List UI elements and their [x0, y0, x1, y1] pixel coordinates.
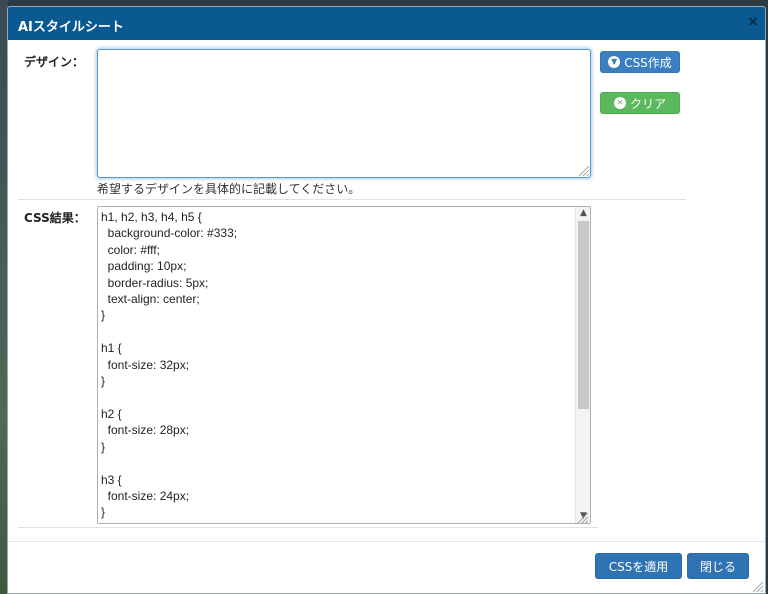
- dialog-title: AIスタイルシート: [18, 20, 124, 35]
- css-result-text: h1, h2, h3, h4, h5 { background-color: #…: [101, 210, 238, 520]
- chevron-up-icon[interactable]: ▲: [576, 207, 590, 220]
- create-css-label: CSS作成: [624, 55, 672, 70]
- apply-css-label: CSSを適用: [608, 559, 669, 574]
- dialog-titlebar: AIスタイルシート ×: [8, 7, 765, 40]
- css-result-output[interactable]: h1, h2, h3, h4, h5 { background-color: #…: [97, 206, 591, 524]
- design-label: デザイン：: [24, 55, 85, 69]
- clear-x-icon: ✕: [613, 97, 626, 109]
- design-resize-handle[interactable]: [579, 166, 589, 176]
- divider: [18, 199, 686, 200]
- close-label: 閉じる: [699, 559, 736, 574]
- css-result-scrollbar[interactable]: ▲ ▼: [575, 207, 590, 523]
- clear-label: クリア: [629, 96, 666, 111]
- footer-divider: [8, 541, 765, 542]
- download-icon: ▼: [608, 56, 621, 68]
- css-result-label: CSS結果：: [24, 211, 86, 225]
- clear-button[interactable]: ✕ クリア: [600, 92, 680, 114]
- dialog-resize-handle[interactable]: [753, 582, 763, 592]
- scroll-thumb[interactable]: [578, 221, 589, 409]
- close-icon[interactable]: ×: [747, 15, 759, 29]
- divider: [18, 527, 598, 528]
- apply-css-button[interactable]: CSSを適用: [595, 553, 682, 579]
- design-input[interactable]: [97, 49, 591, 178]
- design-help-text: 希望するデザインを具体的に記載してください。: [97, 182, 361, 196]
- close-button[interactable]: 閉じる: [687, 553, 749, 579]
- ai-stylesheet-dialog: AIスタイルシート × デザイン： 希望するデザインを具体的に記載してください。…: [7, 6, 766, 594]
- create-css-button[interactable]: ▼ CSS作成: [600, 51, 680, 73]
- css-result-resize-handle[interactable]: [578, 513, 588, 523]
